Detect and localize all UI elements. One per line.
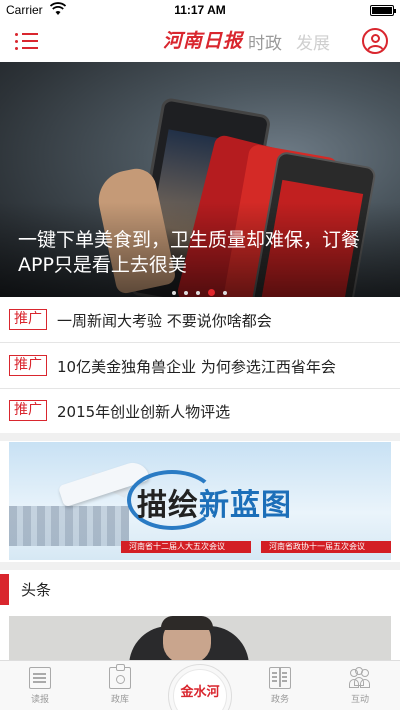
people-icon [349,667,371,689]
tab-label: 互动 [350,695,369,705]
tab-label: 政库 [110,695,129,705]
tab-development[interactable]: 发展 [296,29,330,54]
tab-interaction[interactable]: 互动 [330,667,390,705]
promo-banner[interactable]: 描绘新蓝图 河南省十二届人大五次会议 河南省政协十一届五次会议 [9,442,391,560]
banner-ribbon-left: 河南省十二届人大五次会议 [121,541,251,553]
carousel-dot-active[interactable] [208,289,215,296]
tab-label: 读报 [30,695,49,705]
banner-title-dark: 描绘 [137,488,199,523]
promo-title[interactable]: 10亿美金独角兽企业 为何参选江西省年会 [57,356,336,377]
promo-badge: 推广 [9,355,47,376]
user-icon[interactable] [362,28,388,54]
center-tab-label: 金水河 [180,685,220,700]
book-icon [269,667,291,689]
promo-badge: 推广 [9,400,47,421]
channel-logo[interactable]: 河南日报 [163,26,243,53]
banner-title-blue: 新蓝图 [199,488,292,523]
carousel-dots [168,282,231,296]
clipboard-icon [109,664,131,689]
top-nav: 河南日报 时政 发展 [0,20,400,62]
clock: 11:17 AM [174,3,226,17]
banner-title: 描绘新蓝图 [137,480,292,524]
promo-badge: 推广 [9,309,47,330]
hero-carousel[interactable]: 一键下单美食到，卫生质量却难保，订餐APP只是看上去很美 [0,62,400,297]
carousel-dot[interactable] [223,290,227,295]
section-title: 头条 [21,581,52,599]
section-header: 头条 [0,572,400,606]
list-item[interactable]: 推广 10亿美金独角兽企业 为何参选江西省年会 [0,344,400,389]
tab-politics[interactable]: 时政 [248,29,282,54]
hero-caption[interactable]: 一键下单美食到，卫生质量却难保，订餐APP只是看上去很美 [18,228,388,278]
banner-ribbon-right: 河南省政协十一届五次会议 [261,541,391,553]
tab-politics-library[interactable]: 政库 [90,664,150,705]
tab-read-paper[interactable]: 读报 [10,667,70,705]
carousel-dot[interactable] [196,290,200,295]
carousel-dot[interactable] [184,290,188,295]
tab-government-affairs[interactable]: 政务 [250,667,310,705]
section-accent [0,574,9,605]
divider [0,433,400,441]
headline-photo[interactable] [9,616,391,666]
status-bar: Carrier 11:17 AM [0,0,400,20]
list-item[interactable]: 推广 2015年创业创新人物评选 [0,389,400,434]
list-item[interactable]: 推广 一周新闻大考验 不要说你啥都会 [0,298,400,343]
divider [0,562,400,570]
newspaper-icon [29,667,51,689]
carousel-dot[interactable] [172,290,176,295]
tab-label: 政务 [270,695,289,705]
promo-title[interactable]: 一周新闻大考验 不要说你啥都会 [57,310,272,331]
menu-icon[interactable] [14,30,40,52]
battery-icon [370,5,396,16]
promo-title[interactable]: 2015年创业创新人物评选 [57,401,230,422]
